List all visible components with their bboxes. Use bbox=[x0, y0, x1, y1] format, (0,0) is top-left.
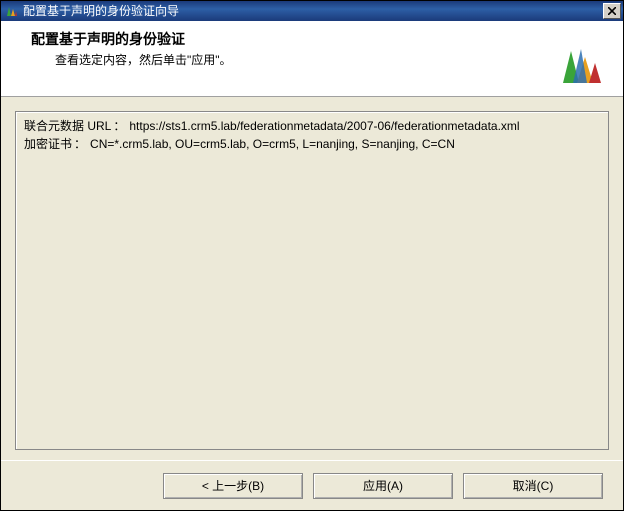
metadata-url-row: 联合元数据 URL ： https://sts1.crm5.lab/federa… bbox=[24, 118, 600, 134]
apply-button[interactable]: 应用(A) bbox=[313, 473, 453, 499]
back-button[interactable]: < 上一步(B) bbox=[163, 473, 303, 499]
dynamics-logo-icon bbox=[559, 43, 605, 90]
close-button[interactable] bbox=[603, 3, 621, 19]
cert-label: 加密证书 bbox=[24, 136, 72, 152]
page-subtitle: 查看选定内容，然后单击"应用"。 bbox=[55, 51, 607, 68]
titlebar: 配置基于声明的身份验证向导 bbox=[1, 1, 623, 21]
summary-box: 联合元数据 URL ： https://sts1.crm5.lab/federa… bbox=[15, 111, 609, 450]
wizard-window: 配置基于声明的身份验证向导 配置基于声明的身份验证 查看选定内容，然后单击"应用… bbox=[0, 0, 624, 511]
cancel-button[interactable]: 取消(C) bbox=[463, 473, 603, 499]
window-title: 配置基于声明的身份验证向导 bbox=[19, 1, 603, 21]
wizard-header: 配置基于声明的身份验证 查看选定内容，然后单击"应用"。 bbox=[1, 21, 623, 97]
metadata-url-label: 联合元数据 URL bbox=[24, 118, 111, 134]
cert-value: CN=*.crm5.lab, OU=crm5.lab, O=crm5, L=na… bbox=[88, 136, 455, 152]
wizard-footer: < 上一步(B) 应用(A) 取消(C) bbox=[1, 460, 623, 510]
metadata-url-value: https://sts1.crm5.lab/federationmetadata… bbox=[127, 118, 519, 134]
page-title: 配置基于声明的身份验证 bbox=[31, 29, 607, 49]
app-icon bbox=[5, 4, 19, 18]
cert-row: 加密证书 ： CN=*.crm5.lab, OU=crm5.lab, O=crm… bbox=[24, 136, 600, 152]
wizard-content: 联合元数据 URL ： https://sts1.crm5.lab/federa… bbox=[1, 97, 623, 460]
